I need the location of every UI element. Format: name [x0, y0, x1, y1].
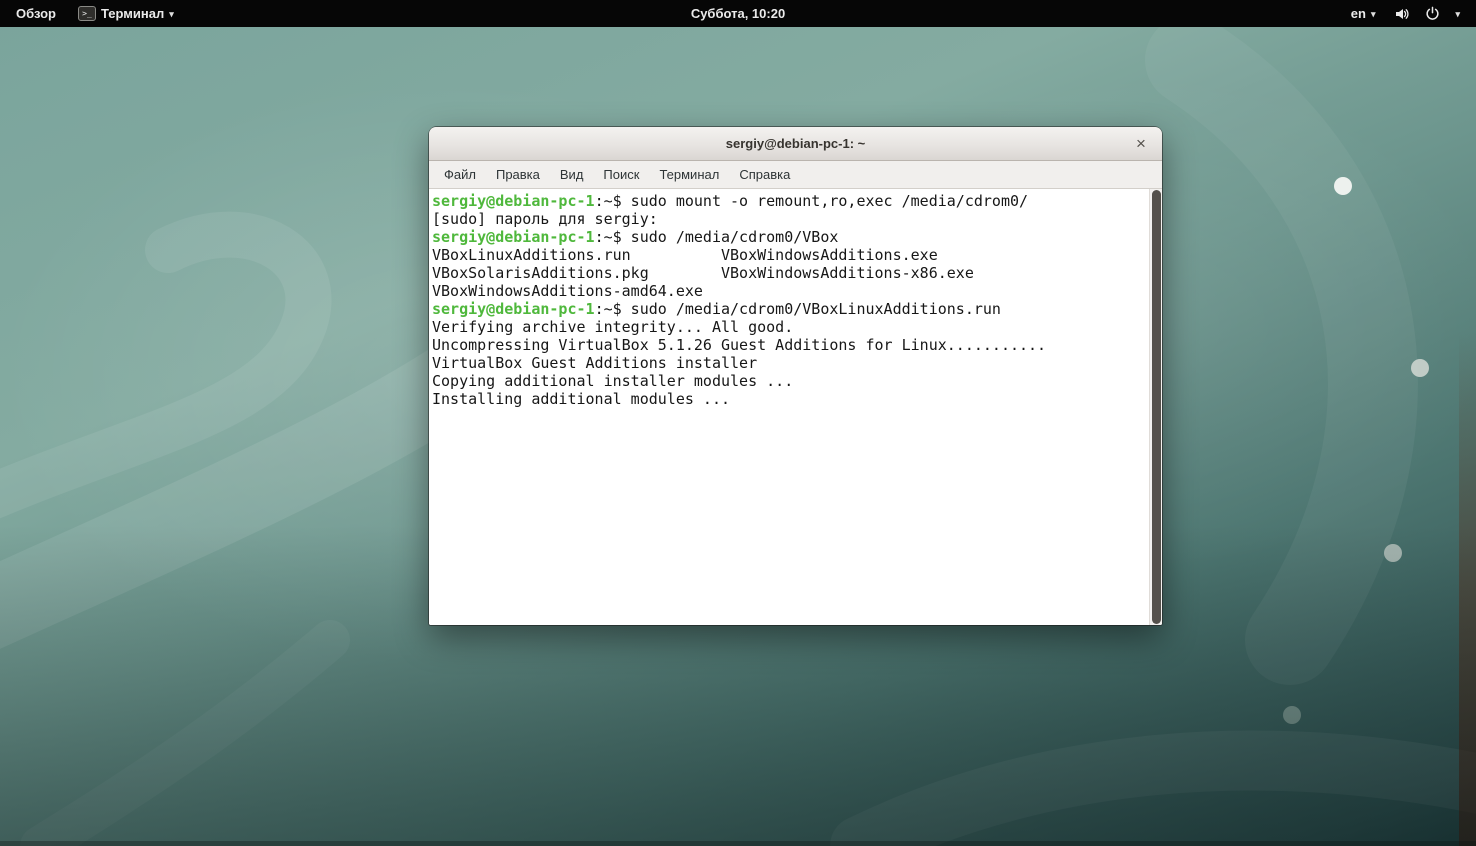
terminal-text: :~$ sudo mount -o remount,ro,exec /media… [595, 192, 1028, 210]
prompt-text: sergiy@debian-pc-1 [432, 300, 595, 318]
chevron-down-icon: ▾ [1371, 9, 1376, 20]
prompt-text: sergiy@debian-pc-1 [432, 192, 595, 210]
prompt-text: sergiy@debian-pc-1 [432, 228, 595, 246]
menu-item-help[interactable]: Справка [729, 162, 800, 187]
terminal-window: sergiy@debian-pc-1: ~ × ФайлПравкаВидПои… [429, 127, 1162, 625]
terminal-app-icon: >_ [78, 6, 96, 21]
terminal-text: Copying additional installer modules ... [432, 372, 793, 390]
terminal-text: VBoxSolarisAdditions.pkg VBoxWindowsAddi… [432, 264, 974, 282]
activities-button[interactable]: Обзор [12, 0, 60, 27]
chevron-down-icon: ▾ [169, 9, 174, 20]
window-titlebar[interactable]: sergiy@debian-pc-1: ~ × [429, 127, 1162, 161]
menu-item-file[interactable]: Файл [434, 162, 486, 187]
terminal-line: VBoxSolarisAdditions.pkg VBoxWindowsAddi… [432, 264, 1149, 282]
menu-bar: ФайлПравкаВидПоискТерминалСправка [429, 161, 1162, 189]
system-menu-chevron-icon[interactable]: ▾ [1455, 9, 1460, 20]
terminal-text: :~$ sudo /media/cdrom0/VBox [595, 228, 839, 246]
keyboard-layout-indicator[interactable]: en ▾ [1347, 0, 1380, 27]
app-menu-label: Терминал [101, 6, 164, 21]
scrollbar-thumb[interactable] [1152, 190, 1161, 624]
wallpaper-dot [1334, 177, 1352, 195]
terminal-line: VBoxWindowsAdditions-amd64.exe [432, 282, 1149, 300]
terminal-text: Uncompressing VirtualBox 5.1.26 Guest Ad… [432, 336, 1046, 354]
terminal-line: Copying additional installer modules ... [432, 372, 1149, 390]
app-menu-button[interactable]: >_ Терминал ▾ [74, 0, 178, 27]
scrollbar[interactable] [1149, 189, 1162, 625]
volume-icon[interactable] [1394, 6, 1410, 22]
terminal-line: sergiy@debian-pc-1:~$ sudo mount -o remo… [432, 192, 1149, 210]
terminal-line: Verifying archive integrity... All good. [432, 318, 1149, 336]
terminal-line: VBoxLinuxAdditions.run VBoxWindowsAdditi… [432, 246, 1149, 264]
terminal-line: Installing additional modules ... [432, 390, 1149, 408]
terminal-text: VBoxLinuxAdditions.run VBoxWindowsAdditi… [432, 246, 938, 264]
window-title: sergiy@debian-pc-1: ~ [726, 136, 865, 151]
menu-item-search[interactable]: Поиск [593, 162, 649, 187]
terminal-line: sergiy@debian-pc-1:~$ sudo /media/cdrom0… [432, 228, 1149, 246]
terminal-line: [sudo] пароль для sergiy: [432, 210, 1149, 228]
terminal-line: Uncompressing VirtualBox 5.1.26 Guest Ad… [432, 336, 1149, 354]
terminal-text: VBoxWindowsAdditions-amd64.exe [432, 282, 703, 300]
terminal-line: VirtualBox Guest Additions installer [432, 354, 1149, 372]
clock-label: Суббота, 10:20 [691, 6, 785, 21]
terminal-text: Installing additional modules ... [432, 390, 730, 408]
terminal-body[interactable]: sergiy@debian-pc-1:~$ sudo mount -o remo… [429, 189, 1162, 625]
top-bar: Обзор >_ Терминал ▾ Суббота, 10:20 en ▾ [0, 0, 1476, 27]
menu-item-edit[interactable]: Правка [486, 162, 550, 187]
menu-item-view[interactable]: Вид [550, 162, 594, 187]
terminal-text: :~$ sudo /media/cdrom0/VBoxLinuxAddition… [595, 300, 1001, 318]
terminal-output: sergiy@debian-pc-1:~$ sudo mount -o remo… [429, 189, 1149, 625]
terminal-text: VirtualBox Guest Additions installer [432, 354, 757, 372]
power-icon[interactable] [1425, 6, 1440, 21]
terminal-line: sergiy@debian-pc-1:~$ sudo /media/cdrom0… [432, 300, 1149, 318]
clock-button[interactable]: Суббота, 10:20 [687, 0, 789, 27]
menu-item-terminal[interactable]: Терминал [649, 162, 729, 187]
terminal-text: Verifying archive integrity... All good. [432, 318, 793, 336]
terminal-text: [sudo] пароль для sergiy: [432, 210, 667, 228]
keyboard-layout-label: en [1351, 6, 1366, 21]
activities-label: Обзор [16, 6, 56, 21]
close-button[interactable]: × [1129, 132, 1153, 156]
